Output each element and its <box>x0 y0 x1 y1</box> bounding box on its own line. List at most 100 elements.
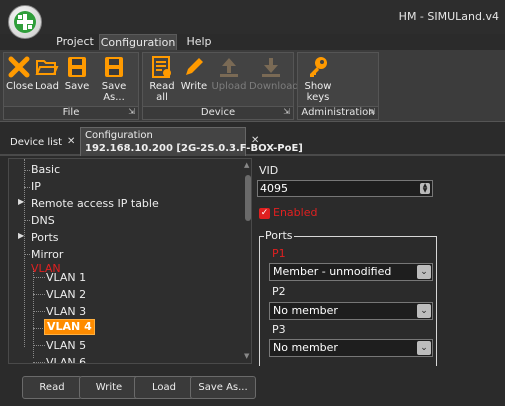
load-button[interactable]: Load <box>34 53 60 107</box>
close-tab-icon[interactable]: ✕ <box>67 136 75 147</box>
tree-item-remote-access[interactable]: Remote access IP table <box>31 195 159 212</box>
document-tabs: Device list ✕ Configuration 192.168.10.2… <box>0 123 505 156</box>
load-button-bottom[interactable]: Load <box>134 376 194 399</box>
chevron-down-icon[interactable]: ⌄ <box>417 304 431 318</box>
tree-item-ports[interactable]: Ports <box>31 229 59 246</box>
tree-connector <box>24 220 30 221</box>
download-icon <box>262 58 280 77</box>
tree-connector <box>33 277 45 278</box>
tab-configuration[interactable]: Configuration 192.168.10.200 [2G-2S.0.3.… <box>80 127 303 156</box>
tree-item-basic[interactable]: Basic <box>31 161 60 178</box>
bottom-button-bar: Read Write Load Save As... <box>0 366 505 406</box>
scroll-down-icon[interactable]: ▼ <box>244 352 249 360</box>
group-label-device-text: Device <box>200 107 236 118</box>
tree-item-ip[interactable]: IP <box>31 178 41 195</box>
close-label: Close <box>6 81 34 92</box>
spinner-icon[interactable]: ▲ ▼ <box>420 183 430 194</box>
network-logo-icon <box>14 11 36 33</box>
close-tab-icon[interactable]: ✕ <box>251 135 259 146</box>
vid-label: VID <box>259 164 279 177</box>
download-button[interactable]: Download <box>249 53 299 107</box>
dialog-launcher-icon[interactable]: ⇲ <box>368 106 375 118</box>
read-all-label-line2: all <box>156 92 168 103</box>
show-keys-button[interactable]: Show keys <box>300 53 336 107</box>
scroll-up-icon[interactable]: ▲ <box>244 161 249 169</box>
close-icon <box>8 56 30 78</box>
write-button[interactable]: Write <box>179 53 209 107</box>
write-button-bottom[interactable]: Write <box>79 376 139 399</box>
ports-group: Ports P1 Member - unmodified ⌄ P2 No mem… <box>259 229 437 366</box>
port-label-p2: P2 <box>272 285 286 298</box>
group-label-device: Device ⇲ <box>143 106 293 119</box>
vlan-form: VID 4095 ▲ ▼ ✓ Enabled Ports P1 Member - … <box>255 158 505 366</box>
tree-connector <box>24 170 30 171</box>
tab-device-list[interactable]: Device list ✕ <box>4 127 78 156</box>
port-p2-value: No member <box>273 304 338 317</box>
enabled-checkbox[interactable]: ✓ <box>259 208 270 219</box>
read-button[interactable]: Read <box>22 376 82 399</box>
pencil-icon <box>186 58 203 75</box>
folder-open-icon <box>35 60 59 75</box>
port-label-p3: P3 <box>272 323 286 336</box>
save-button[interactable]: Save <box>64 53 90 107</box>
dialog-launcher-icon[interactable]: ⇲ <box>128 106 135 118</box>
tree-connector <box>33 311 45 312</box>
group-label-file-text: File <box>62 107 80 118</box>
tree-connector <box>24 187 30 188</box>
save-as-button[interactable]: Save As... <box>94 53 134 107</box>
save-as-button-bottom[interactable]: Save As... <box>190 376 256 399</box>
tree-item-dns[interactable]: DNS <box>31 212 55 229</box>
expand-arrow-icon[interactable]: ▶ <box>18 231 24 240</box>
read-all-label-line1: Read <box>149 81 175 92</box>
menu-tab-project[interactable]: Project <box>55 34 95 50</box>
close-button[interactable]: Close <box>6 53 34 107</box>
app-logo[interactable] <box>8 5 42 39</box>
tree-item-vlan-6[interactable]: VLAN 6 <box>46 354 86 363</box>
upload-label: Upload <box>211 81 247 92</box>
menu-tab-help[interactable]: Help <box>184 34 214 50</box>
show-keys-label-line1: Show <box>304 81 332 92</box>
port-p3-select[interactable]: No member ⌄ <box>269 339 433 357</box>
dialog-launcher-icon[interactable]: ⇲ <box>283 106 290 118</box>
upload-icon <box>220 58 238 77</box>
expand-arrow-icon[interactable]: ▶ <box>18 197 24 206</box>
port-p1-select[interactable]: Member - unmodified ⌄ <box>269 263 433 281</box>
port-p2-select[interactable]: No member ⌄ <box>269 302 433 320</box>
port-p3-value: No member <box>273 341 338 354</box>
port-p1-value: Member - unmodified <box>273 265 392 278</box>
upload-button[interactable]: Upload <box>211 53 247 107</box>
save-icon <box>68 57 86 77</box>
menu-tab-configuration[interactable]: Configuration <box>99 34 177 50</box>
ribbon-group-device: Read all Write Upload Download Device ⇲ <box>142 52 299 120</box>
tree-connector <box>24 254 30 255</box>
tree-item-vlan-4[interactable]: VLAN 4 <box>44 319 95 335</box>
show-keys-label-line2: keys <box>306 92 330 103</box>
enabled-label: Enabled <box>273 206 318 219</box>
scrollbar-thumb[interactable] <box>245 175 251 221</box>
ribbon: Close Load Save Save As... File ⇲ Read a… <box>0 50 505 122</box>
tab-configuration-subtitle: 192.168.10.200 [2G-2S.0.3.F-BOX-PoE] <box>85 143 303 154</box>
group-label-file: File ⇲ <box>4 106 138 119</box>
title-bar: HM - SIMULand.v4 <box>0 0 505 39</box>
tree-scrollbar[interactable]: ▲ ▼ <box>243 159 251 363</box>
tree-connector <box>33 345 45 346</box>
write-label: Write <box>180 81 208 92</box>
tree-connector <box>33 294 45 295</box>
menu-bar: Project Configuration Help <box>0 34 505 50</box>
tree-item-vlan-2[interactable]: VLAN 2 <box>46 286 86 303</box>
port-label-p1: P1 <box>272 247 286 260</box>
tree-item-vlan-3[interactable]: VLAN 3 <box>46 303 86 320</box>
ribbon-group-administration: Show keys Administration ⇲ <box>297 52 379 120</box>
tab-device-list-label: Device list <box>10 137 63 148</box>
chevron-down-icon[interactable]: ⌄ <box>417 265 431 279</box>
save-as-label-line1: Save <box>101 81 127 92</box>
settings-tree: Basic IP ▶ Remote access IP table DNS ▶ … <box>8 158 252 364</box>
vid-input[interactable]: 4095 ▲ ▼ <box>257 180 433 197</box>
window-title: HM - SIMULand.v4 <box>398 10 499 23</box>
tree-item-vlan-1[interactable]: VLAN 1 <box>46 269 86 286</box>
tree-item-vlan-5[interactable]: VLAN 5 <box>46 337 86 354</box>
ports-legend: Ports <box>264 229 294 242</box>
chevron-down-icon[interactable]: ⌄ <box>417 341 431 355</box>
read-all-button[interactable]: Read all <box>147 53 177 107</box>
read-device-icon <box>152 56 171 78</box>
